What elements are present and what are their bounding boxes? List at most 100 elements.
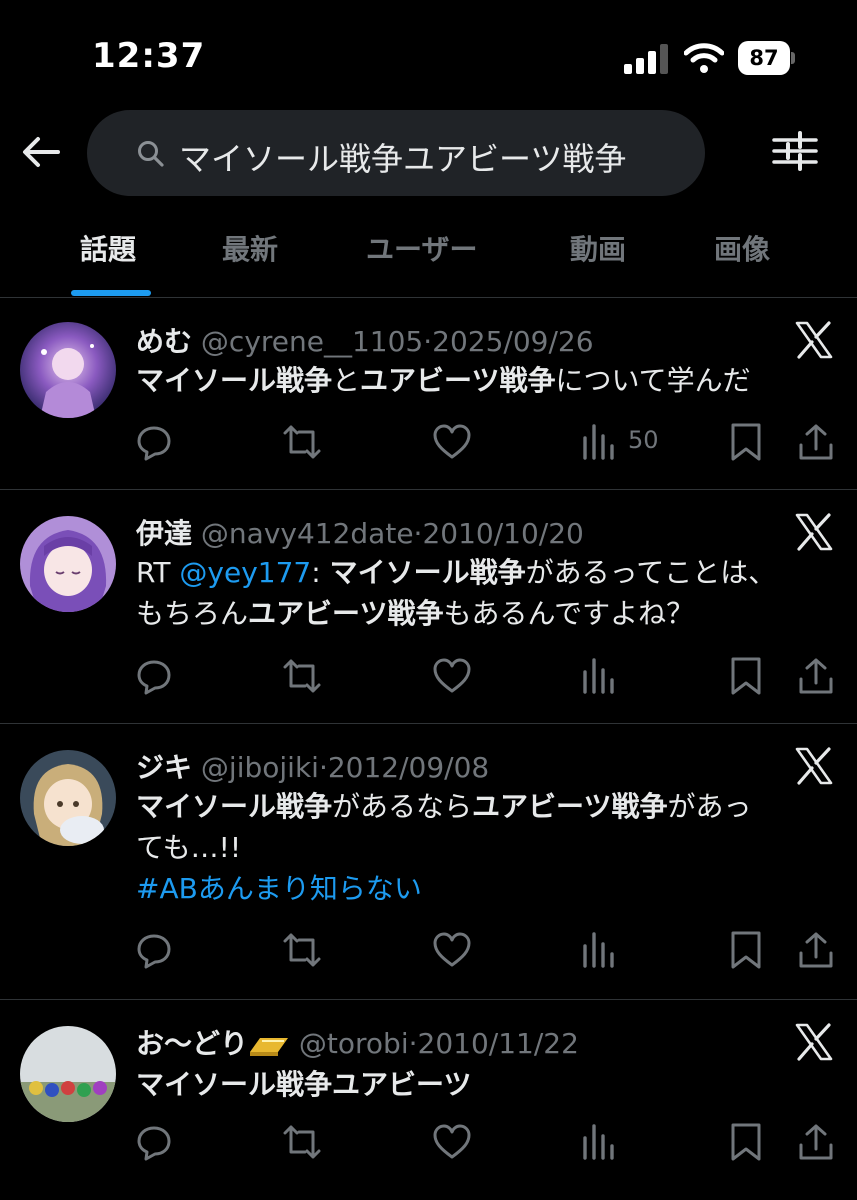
share-icon[interactable]	[796, 930, 836, 970]
post-text: マイソール戦争とユアビーツ戦争について学んだ	[136, 360, 836, 401]
tab-latest[interactable]: 最新	[222, 228, 278, 268]
post-text: RT @yey177: マイソール戦争があるってことは、 もちろんユアビーツ戦争も…	[136, 552, 836, 634]
like-icon[interactable]	[432, 930, 472, 970]
post-actions	[0, 1122, 857, 1166]
post-text: マイソール戦争ユアビーツ	[136, 1064, 836, 1105]
highlight-text: マイソール戦争	[329, 556, 526, 589]
views-icon[interactable]	[580, 656, 620, 696]
bookmark-icon[interactable]	[726, 422, 766, 462]
avatar[interactable]	[20, 322, 116, 418]
highlight-text: ユアビーツ戦争	[360, 364, 556, 397]
search-header: マイソール戦争ユアビーツ戦争	[0, 108, 857, 196]
battery-level: 87	[738, 41, 790, 75]
tab-people[interactable]: ユーザー	[366, 228, 477, 268]
text: があっ	[667, 790, 752, 823]
post-date: 2025/09/26	[432, 325, 594, 358]
text: RT	[136, 556, 180, 589]
bookmark-icon[interactable]	[726, 656, 766, 696]
highlight-text: マイソール戦争	[136, 364, 333, 397]
author-name[interactable]: めむ	[136, 325, 192, 358]
post-actions: 50	[0, 422, 857, 466]
tab-top[interactable]: 話題	[80, 228, 136, 268]
x-logo-icon	[795, 513, 833, 551]
active-tab-indicator	[71, 290, 151, 296]
post[interactable]: お〜どり @torobi·2010/11/22 マイソール戦争ユアビーツ	[0, 1000, 857, 1200]
highlight-text: ユアビーツ戦争	[472, 790, 668, 823]
like-icon[interactable]	[432, 1122, 472, 1162]
tab-videos[interactable]: 動画	[570, 228, 626, 268]
bookmark-icon[interactable]	[726, 1122, 766, 1162]
repost-icon[interactable]	[282, 422, 322, 462]
text: と	[332, 364, 361, 397]
post[interactable]: 伊達 @navy412date·2010/10/20 RT @yey177: マ…	[0, 490, 857, 724]
cellular-signal-icon	[624, 44, 668, 74]
post-actions	[0, 656, 857, 700]
text: もあるんですよね？	[443, 597, 695, 630]
author-name[interactable]: お〜どり	[136, 1027, 248, 1060]
highlight-text: ユアビーツ戦争	[248, 597, 444, 630]
text: について学んだ	[555, 364, 751, 397]
post[interactable]: めむ @cyrene__1105·2025/09/26 マイソール戦争とユアビー…	[0, 298, 857, 490]
reply-icon[interactable]	[134, 656, 174, 696]
post-date: 2010/10/20	[422, 517, 584, 550]
post-date: 2012/09/08	[327, 751, 490, 784]
status-bar: 12:37 87	[0, 0, 857, 110]
author-handle[interactable]: @torobi	[299, 1027, 409, 1060]
search-query: マイソール戦争ユアビーツ戦争	[179, 140, 627, 178]
separator: ·	[318, 751, 328, 784]
text: ても…!!	[136, 831, 242, 864]
separator: ·	[423, 325, 433, 358]
reply-icon[interactable]	[134, 930, 174, 970]
like-icon[interactable]	[432, 422, 472, 462]
share-icon[interactable]	[796, 1122, 836, 1162]
repost-icon[interactable]	[282, 656, 322, 696]
bookmark-icon[interactable]	[726, 930, 766, 970]
search-icon	[138, 141, 164, 167]
views-icon[interactable]	[580, 930, 620, 970]
share-icon[interactable]	[796, 656, 836, 696]
post[interactable]: ジキ @jibojiki·2012/09/08 マイソール戦争があるならユアビー…	[0, 724, 857, 1000]
avatar[interactable]	[20, 1026, 116, 1122]
text: があるなら	[332, 790, 473, 823]
author-name[interactable]: 伊達	[136, 517, 192, 550]
repost-icon[interactable]	[282, 930, 322, 970]
post-date: 2010/11/22	[417, 1027, 579, 1060]
author-handle[interactable]: @cyrene__1105	[201, 325, 423, 358]
reply-icon[interactable]	[134, 1122, 174, 1162]
post-actions	[0, 930, 857, 974]
author-handle[interactable]: @navy412date	[201, 517, 414, 550]
separator: ·	[408, 1027, 418, 1060]
author-handle[interactable]: @jibojiki	[201, 751, 319, 784]
like-icon[interactable]	[432, 656, 472, 696]
views-icon[interactable]	[580, 422, 620, 462]
status-time: 12:37	[92, 36, 206, 76]
text: もちろん	[136, 597, 249, 630]
x-logo-icon	[795, 1023, 833, 1061]
back-arrow-icon[interactable]	[18, 128, 66, 176]
repost-icon[interactable]	[282, 1122, 322, 1162]
search-input[interactable]: マイソール戦争ユアビーツ戦争	[87, 110, 705, 196]
post-header: めむ @cyrene__1105·2025/09/26	[136, 320, 594, 360]
wifi-icon	[684, 43, 724, 73]
tab-images[interactable]: 画像	[714, 228, 770, 268]
battery-cap	[791, 52, 795, 64]
gold-bar-icon	[250, 1038, 289, 1056]
text: :	[311, 556, 330, 589]
avatar[interactable]	[20, 750, 116, 846]
x-logo-icon	[795, 321, 833, 359]
avatar[interactable]	[20, 516, 116, 612]
tab-bar: 話題 最新 ユーザー 動画 画像	[0, 210, 857, 298]
hashtag-link[interactable]: #ABあんまり知らない	[136, 872, 422, 905]
highlight-text: マイソール戦争ユアビーツ	[136, 1068, 472, 1101]
share-icon[interactable]	[796, 422, 836, 462]
post-text: マイソール戦争があるならユアビーツ戦争があっても…!! #ABあんまり知らない	[136, 786, 836, 909]
filter-icon[interactable]	[770, 126, 820, 176]
views-icon[interactable]	[580, 1122, 620, 1162]
post-header: ジキ @jibojiki·2012/09/08	[136, 746, 489, 786]
mention-link[interactable]: @yey177	[179, 556, 311, 589]
view-count: 50	[628, 426, 659, 454]
reply-icon[interactable]	[134, 422, 174, 462]
author-name[interactable]: ジキ	[136, 751, 192, 784]
post-header: お〜どり @torobi·2010/11/22	[136, 1022, 579, 1062]
highlight-text: マイソール戦争	[136, 790, 333, 823]
